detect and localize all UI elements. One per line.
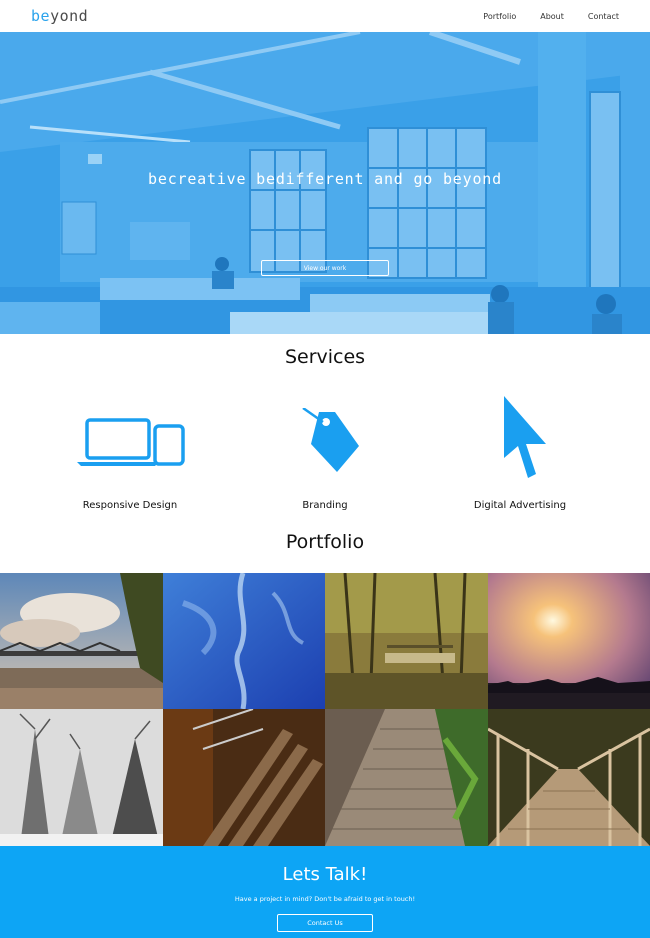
services-title: Services — [284, 346, 366, 368]
logo[interactable]: be yond — [31, 6, 89, 25]
service-label: Responsive Design — [82, 500, 178, 511]
portfolio-tile-sunset[interactable] — [488, 573, 650, 709]
contact-us-button[interactable]: Contact Us — [277, 914, 373, 932]
portfolio-tile-bridge[interactable] — [0, 573, 163, 709]
site-header: be yond Portfolio About Contact — [0, 0, 650, 32]
view-our-work-button[interactable]: View our work — [261, 260, 389, 276]
portfolio-tile-sky[interactable] — [163, 573, 325, 709]
portfolio-grid — [0, 573, 650, 846]
tag-icon — [302, 408, 359, 472]
brick-path-photo — [325, 709, 488, 846]
devices-icon — [77, 418, 185, 466]
service-digital-advertising: Digital Advertising — [430, 396, 610, 516]
main-nav: Portfolio About Contact — [459, 12, 619, 21]
service-label: Branding — [302, 500, 348, 511]
cursor-icon — [504, 396, 546, 478]
nav-link-portfolio[interactable]: Portfolio — [483, 12, 516, 21]
blue-sky-clouds-photo — [163, 573, 325, 709]
service-label: Digital Advertising — [473, 500, 567, 511]
logo-suffix: yond — [50, 6, 89, 25]
service-branding: Branding — [235, 396, 415, 516]
logo-prefix: be — [31, 6, 51, 25]
portfolio-tile-snow[interactable] — [0, 709, 163, 846]
portfolio-tile-forest[interactable] — [325, 573, 488, 709]
portfolio-tile-path[interactable] — [325, 709, 488, 846]
portfolio-title: Portfolio — [285, 531, 365, 553]
forest-footbridge-photo — [325, 573, 488, 709]
portfolio-tile-wooden-bridge[interactable] — [488, 709, 650, 846]
contact-text: Have a project in mind? Don't be afraid … — [234, 895, 416, 903]
snowy-trees-photo — [0, 709, 163, 846]
bridge-over-river-photo — [0, 573, 163, 709]
service-responsive-design: Responsive Design — [40, 396, 220, 516]
nav-link-about[interactable]: About — [540, 12, 564, 21]
wooden-bridge-photo — [488, 709, 650, 846]
contact-section: Lets Talk! Have a project in mind? Don't… — [0, 846, 650, 938]
page: be yond Portfolio About Contact becreati… — [0, 0, 650, 938]
nav-link-contact[interactable]: Contact — [588, 12, 619, 21]
wooden-bench-photo — [163, 709, 325, 846]
hero-section: becreative bedifferent and go beyond Vie… — [0, 32, 650, 334]
portfolio-tile-bench[interactable] — [163, 709, 325, 846]
sunset-skyline-photo — [488, 573, 650, 709]
contact-title: Lets Talk! — [282, 864, 368, 885]
hero-tagline: becreative bedifferent and go beyond — [148, 170, 502, 188]
